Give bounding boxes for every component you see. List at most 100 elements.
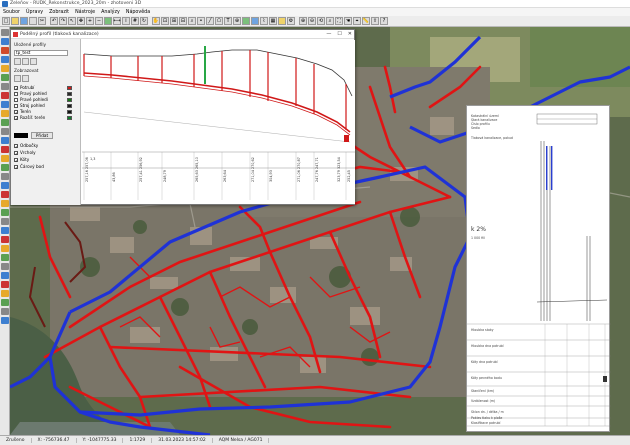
- option-row[interactable]: ✓ Vrcholy: [14, 150, 36, 155]
- layer-checkbox[interactable]: ✓: [14, 115, 18, 120]
- layer-color-swatch[interactable]: [67, 97, 72, 102]
- tool-cut-icon[interactable]: [1, 236, 9, 243]
- new-file-icon[interactable]: □: [2, 17, 10, 25]
- tool-select-icon[interactable]: [1, 29, 9, 36]
- zoom-previous-icon[interactable]: ⊟: [179, 17, 187, 25]
- point-icon[interactable]: •: [197, 17, 205, 25]
- layer-color-swatch[interactable]: [67, 103, 72, 108]
- tool-print-icon[interactable]: [1, 263, 9, 270]
- tool-export-icon[interactable]: [1, 272, 9, 279]
- layer-row[interactable]: ✓ Potrubí: [14, 85, 76, 91]
- search-icon[interactable]: ⌕: [188, 17, 196, 25]
- menu-item-napoveda[interactable]: Nápověda: [126, 10, 150, 15]
- layer-search-icon[interactable]: [22, 75, 29, 82]
- tool-hydrant-icon[interactable]: [1, 119, 9, 126]
- menu-item-soubor[interactable]: Soubor: [3, 10, 20, 15]
- tool-pump-icon[interactable]: [1, 155, 9, 162]
- layer-row[interactable]: Pravé pohledí: [14, 97, 76, 103]
- pick-icon[interactable]: ⌖: [353, 17, 361, 25]
- tool-point-icon[interactable]: [1, 65, 9, 72]
- option-checkbox[interactable]: ✓: [14, 150, 18, 155]
- layer-icon[interactable]: [104, 17, 112, 25]
- layer-color-swatch[interactable]: [67, 85, 72, 90]
- settings-icon[interactable]: ⚙: [287, 17, 295, 25]
- tool-map-icon[interactable]: [1, 299, 9, 306]
- layer-row[interactable]: Stroj pohled: [14, 103, 76, 109]
- tool-alert-icon[interactable]: [1, 281, 9, 288]
- zoom-in-icon[interactable]: +: [86, 17, 94, 25]
- option-row[interactable]: ✓ Kóty: [14, 157, 29, 162]
- layer-checkbox[interactable]: [14, 91, 18, 96]
- cut-icon[interactable]: ✂: [38, 17, 46, 25]
- profile-document[interactable]: Katastrální území Stará kanalizace Číslo…: [466, 105, 611, 432]
- option-checkbox[interactable]: ✓: [14, 157, 18, 162]
- tool-zone-icon[interactable]: [1, 254, 9, 261]
- tool-pipe-icon[interactable]: [1, 38, 9, 45]
- close-icon[interactable]: ✕: [348, 31, 352, 37]
- tool-sewer-icon[interactable]: [1, 146, 9, 153]
- saved-profile-select[interactable]: tp_test: [14, 50, 68, 56]
- print-icon[interactable]: [29, 17, 37, 25]
- tool-info-icon[interactable]: [1, 227, 9, 234]
- tool-layer-icon[interactable]: [1, 218, 9, 225]
- export-icon[interactable]: ⇪: [371, 17, 379, 25]
- tool-star-icon[interactable]: [1, 290, 9, 297]
- layer-add-icon[interactable]: [14, 75, 21, 82]
- menu-item-analyzy[interactable]: Analýzy: [101, 10, 120, 15]
- profile-chart[interactable]: 257,16 257,06 43,86 257,41 256,92 248,79…: [82, 40, 355, 204]
- tool-flag-icon[interactable]: [1, 200, 9, 207]
- tool-measure-icon[interactable]: [1, 128, 9, 135]
- tool-node-icon[interactable]: [1, 47, 9, 54]
- pipe-icon[interactable]: [251, 17, 259, 25]
- hand-icon[interactable]: ☚: [344, 17, 352, 25]
- grid-icon[interactable]: #: [131, 17, 139, 25]
- zoom-out-icon[interactable]: −: [95, 17, 103, 25]
- move-icon[interactable]: ✥: [77, 17, 85, 25]
- option-row[interactable]: ✓ Čárový bod: [14, 164, 44, 169]
- open-folder-icon[interactable]: [11, 17, 19, 25]
- zoom-minus-icon[interactable]: ⊖: [308, 17, 316, 25]
- tool-profile-icon[interactable]: [1, 137, 9, 144]
- map-layer-icon[interactable]: [242, 17, 250, 25]
- refresh-icon[interactable]: ↻: [140, 17, 148, 25]
- layer-color-swatch[interactable]: [67, 109, 72, 114]
- tool-help-icon[interactable]: [1, 317, 9, 324]
- tool-tree-icon[interactable]: [1, 164, 9, 171]
- layer-checkbox[interactable]: ✓: [14, 85, 18, 90]
- layer-row[interactable]: ✓ Terén: [14, 109, 76, 115]
- rotate-icon[interactable]: ⟲: [317, 17, 325, 25]
- layer-row[interactable]: ✓ Rozšíř. terén: [14, 115, 76, 121]
- table-icon[interactable]: ▦: [269, 17, 277, 25]
- layer-checkbox[interactable]: [14, 103, 18, 108]
- tool-delete-icon[interactable]: [1, 92, 9, 99]
- layer-color-swatch[interactable]: [67, 115, 72, 120]
- text-icon[interactable]: T: [224, 17, 232, 25]
- profile-icon[interactable]: ⌇: [260, 17, 268, 25]
- polygon-icon[interactable]: ⬠: [215, 17, 223, 25]
- pan-icon[interactable]: ✋: [152, 17, 160, 25]
- tool-settings-icon[interactable]: [1, 308, 9, 315]
- snap-icon[interactable]: ⊕: [233, 17, 241, 25]
- profile-window-titlebar[interactable]: Podélný profil (tlaková kanalizace): [11, 30, 354, 39]
- redo-icon[interactable]: ↷: [59, 17, 67, 25]
- fit-icon[interactable]: ⛶: [335, 17, 343, 25]
- delete-profile-icon[interactable]: [22, 58, 29, 65]
- tool-connect-icon[interactable]: [1, 101, 9, 108]
- load-profile-icon[interactable]: [30, 58, 37, 65]
- menu-item-zobrazit[interactable]: Zobrazit: [49, 10, 69, 15]
- option-row[interactable]: ✓ Odbočky: [14, 143, 38, 148]
- tool-water-icon[interactable]: [1, 182, 9, 189]
- option-checkbox[interactable]: ✓: [14, 164, 18, 169]
- fill-button[interactable]: Přidat: [31, 132, 53, 139]
- undo-icon[interactable]: ↶: [50, 17, 58, 25]
- select-icon[interactable]: ↖: [68, 17, 76, 25]
- tool-parcel-icon[interactable]: [1, 209, 9, 216]
- save-profile-icon[interactable]: [14, 58, 21, 65]
- ruler-icon[interactable]: 📏: [362, 17, 370, 25]
- maximize-icon[interactable]: ☐: [337, 31, 341, 37]
- tool-marker-icon[interactable]: [1, 191, 9, 198]
- layer-row[interactable]: Pravý pohled: [14, 91, 76, 97]
- tool-label-icon[interactable]: [1, 245, 9, 252]
- layer-checkbox[interactable]: [14, 97, 18, 102]
- layer-color-swatch[interactable]: [67, 91, 72, 96]
